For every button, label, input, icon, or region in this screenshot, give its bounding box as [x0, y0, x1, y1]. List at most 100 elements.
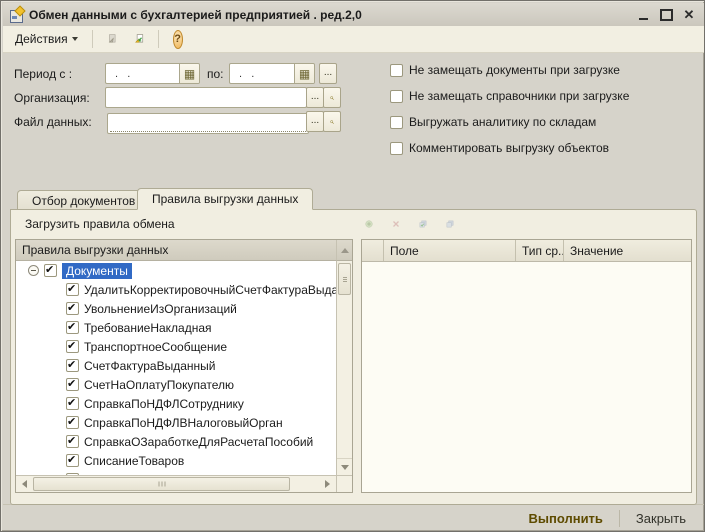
- horizontal-scrollbar[interactable]: [16, 475, 336, 492]
- scroll-left-button[interactable]: [16, 476, 33, 492]
- organization-label: Организация:: [14, 91, 90, 105]
- execute-button[interactable]: Выполнить: [521, 509, 611, 528]
- toolbar: Действия ?: [3, 26, 704, 53]
- footer-button-bar: Выполнить Закрыть: [3, 505, 704, 531]
- add-row-button[interactable]: [359, 214, 379, 234]
- data-file-lookup-button[interactable]: [323, 111, 341, 132]
- collapse-icon[interactable]: [28, 265, 39, 276]
- scrollbar-thumb[interactable]: [338, 263, 351, 295]
- checkbox-icon[interactable]: [66, 321, 79, 334]
- filter-table-body[interactable]: [362, 262, 691, 492]
- checkbox-icon[interactable]: [44, 264, 57, 277]
- option-row: Не замещать справочники при загрузке: [390, 89, 629, 103]
- organization-lookup-button[interactable]: [323, 87, 341, 108]
- copy-rows-button[interactable]: [440, 214, 460, 234]
- tree-item[interactable]: СправкаПоНДФЛВНалоговыйОрган: [16, 413, 336, 432]
- calendar-button[interactable]: ▦: [294, 64, 314, 83]
- scroll-up-button[interactable]: [336, 240, 352, 261]
- column-header-value[interactable]: Значение: [564, 240, 691, 261]
- column-header-comparison[interactable]: Тип ср...: [516, 240, 564, 261]
- checkbox-icon[interactable]: [390, 116, 403, 129]
- period-from-field[interactable]: . . ▦: [105, 63, 200, 84]
- tree-item[interactable]: СправкаПоНДФЛСотруднику: [16, 394, 336, 413]
- checkbox-icon[interactable]: [66, 378, 79, 391]
- filter-table-header: Поле Тип ср... Значение: [362, 240, 691, 262]
- option-label: Не замещать справочники при загрузке: [409, 89, 629, 103]
- window-form-icon: [9, 7, 24, 22]
- add-icon: [365, 215, 373, 233]
- period-to-field[interactable]: . . ▦: [229, 63, 315, 84]
- scroll-down-button[interactable]: [337, 458, 352, 475]
- magnifier-icon: [330, 116, 334, 128]
- load-settings-button[interactable]: [100, 28, 124, 50]
- tree-column-header[interactable]: Правила выгрузки данных: [16, 240, 336, 261]
- checkbox-icon[interactable]: [390, 142, 403, 155]
- toolbar-separator: [158, 30, 159, 48]
- checkbox-icon[interactable]: [390, 64, 403, 77]
- period-to-value: . .: [230, 68, 294, 80]
- stacked-check-icon: [419, 215, 427, 233]
- tree-item-label: ТребованиеНакладная: [84, 321, 212, 335]
- tree-item[interactable]: ТребованиеНакладная: [16, 318, 336, 337]
- toolbar-separator: [92, 30, 93, 48]
- close-button[interactable]: Закрыть: [628, 509, 694, 528]
- vertical-scrollbar[interactable]: [336, 261, 352, 475]
- tree-item[interactable]: СписаниеТоваров: [16, 451, 336, 470]
- data-file-field[interactable]: [107, 113, 309, 134]
- arrow-right-icon: [325, 480, 330, 488]
- tree-root-label[interactable]: Документы: [62, 263, 132, 279]
- organization-field[interactable]: [105, 87, 307, 108]
- delete-row-button[interactable]: [386, 214, 406, 234]
- checkbox-icon[interactable]: [66, 454, 79, 467]
- tree-item[interactable]: СправкаОЗаработкеДляРасчетаПособий: [16, 432, 336, 451]
- maximize-icon[interactable]: [659, 8, 673, 22]
- export-rules-tree: Правила выгрузки данных Документы Удалит…: [15, 239, 353, 493]
- actions-menu-button[interactable]: Действия: [8, 29, 85, 50]
- checkbox-icon[interactable]: [66, 397, 79, 410]
- tree-item-label: УдалитьКорректировочныйСчетФактураВыданн…: [84, 283, 336, 297]
- arrow-down-icon: [341, 465, 349, 470]
- organization-ellipsis-button[interactable]: ...: [306, 87, 324, 108]
- scrollbar-thumb[interactable]: [33, 477, 290, 491]
- calendar-button[interactable]: ▦: [179, 64, 199, 83]
- tree-item-label: УвольнениеИзОрганизаций: [84, 302, 237, 316]
- close-icon[interactable]: ✕: [682, 8, 696, 22]
- tree-root-row[interactable]: Документы: [16, 261, 336, 280]
- data-file-ellipsis-button[interactable]: ...: [306, 111, 324, 132]
- tab-document-selection[interactable]: Отбор документов: [17, 190, 150, 210]
- tab-label: Отбор документов: [32, 194, 135, 208]
- tree-item[interactable]: СчетНаОплатуПокупателю: [16, 375, 336, 394]
- checkbox-icon[interactable]: [66, 359, 79, 372]
- window-title: Обмен данными с бухгалтерией предприятие…: [29, 8, 362, 22]
- checkbox-icon[interactable]: [390, 90, 403, 103]
- checkbox-icon[interactable]: [66, 302, 79, 315]
- column-header-marker[interactable]: [362, 240, 384, 261]
- calendar-icon: ▦: [184, 68, 195, 80]
- column-header-field[interactable]: Поле: [384, 240, 516, 261]
- tree-item[interactable]: УдалитьКорректировочныйСчетФактураВыданн…: [16, 280, 336, 299]
- scroll-right-button[interactable]: [319, 476, 336, 492]
- arrow-up-icon: [341, 248, 349, 253]
- save-settings-button[interactable]: [127, 28, 151, 50]
- help-button[interactable]: ?: [166, 28, 190, 50]
- tree-item[interactable]: СчетФактураВыданный: [16, 356, 336, 375]
- window-controls: ✕: [636, 8, 698, 22]
- set-flags-button[interactable]: [413, 214, 433, 234]
- load-exchange-rules-button[interactable]: Загрузить правила обмена: [21, 215, 179, 233]
- tab-label: Правила выгрузки данных: [152, 192, 298, 206]
- checkbox-icon[interactable]: [66, 283, 79, 296]
- tree-item-label: СчетФактураВыданный: [84, 359, 215, 373]
- checkbox-icon[interactable]: [66, 435, 79, 448]
- checkbox-icon[interactable]: [66, 340, 79, 353]
- tree-item[interactable]: УвольнениеИзОрганизаций: [16, 299, 336, 318]
- period-from-value: . .: [106, 68, 179, 80]
- title-bar: Обмен данными с бухгалтерией предприятие…: [3, 3, 704, 26]
- tree-item[interactable]: ТранспортноеСообщение: [16, 337, 336, 356]
- period-ellipsis-button[interactable]: ...: [319, 63, 337, 84]
- minimize-icon[interactable]: [636, 8, 650, 22]
- checkbox-icon[interactable]: [66, 416, 79, 429]
- option-row: Выгружать аналитику по складам: [390, 115, 596, 129]
- option-row: Не замещать документы при загрузке: [390, 63, 620, 77]
- tab-export-rules[interactable]: Правила выгрузки данных: [137, 188, 313, 210]
- actions-menu-label: Действия: [15, 32, 68, 46]
